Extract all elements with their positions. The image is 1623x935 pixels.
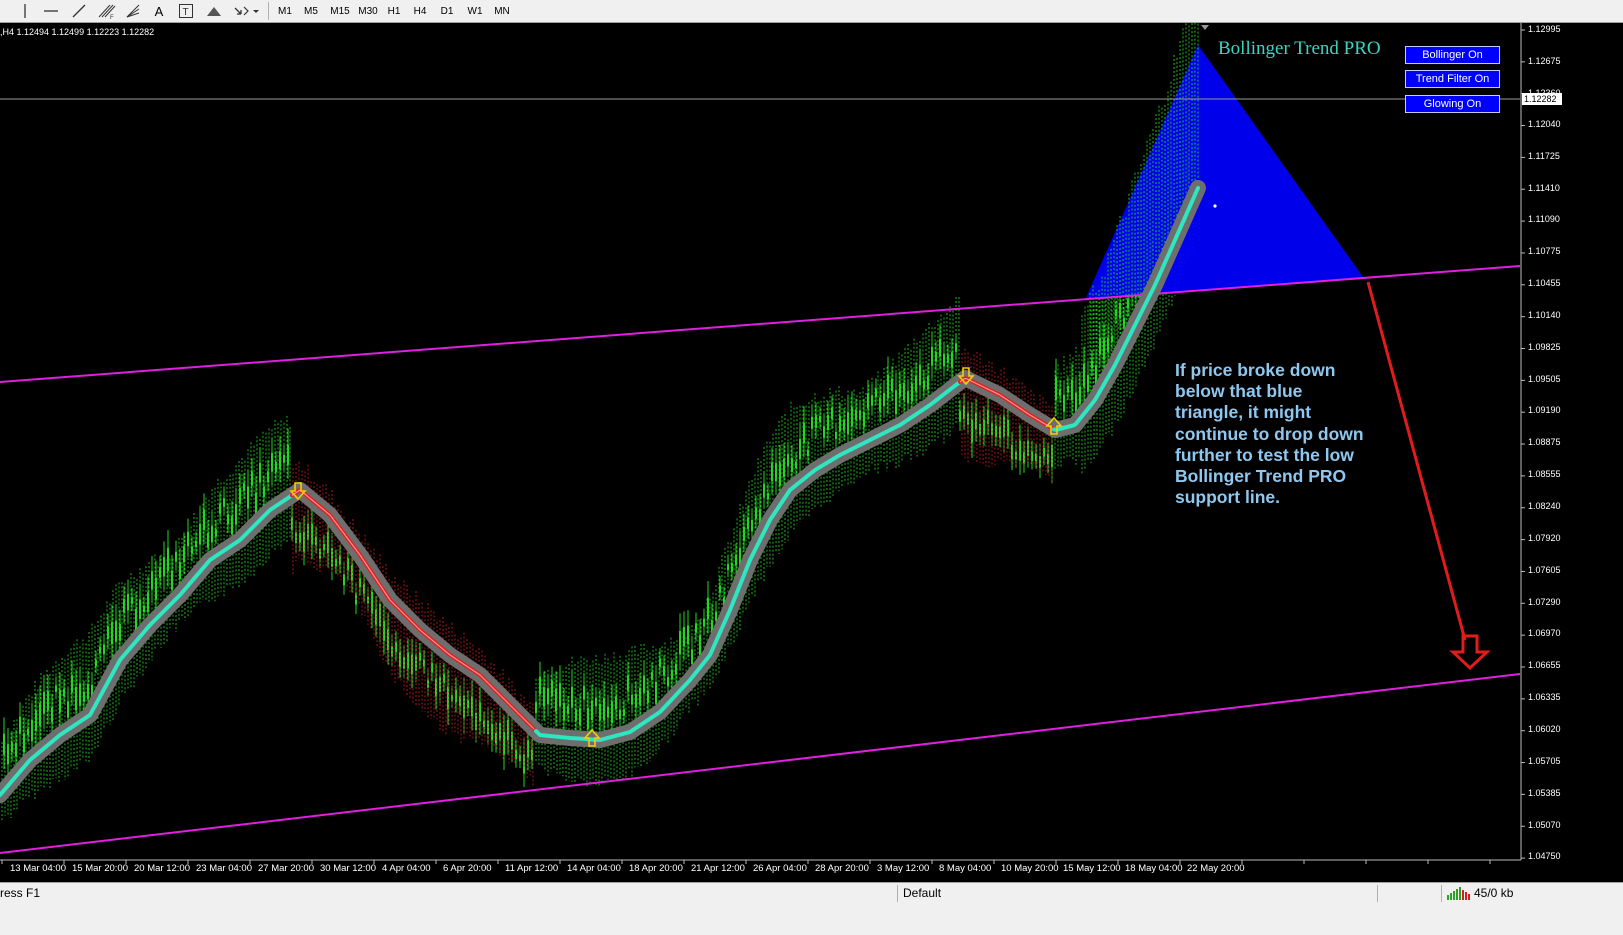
annotation-text: If price broke down below that blue tria… [1175,360,1364,508]
timeframe-m15[interactable]: M15 [326,2,354,20]
window-bottom-area [0,905,1623,935]
price-dot [1213,204,1217,208]
time-tick: 30 Mar 12:00 [320,863,376,874]
time-tick: 28 Apr 20:00 [815,863,869,874]
indicator-title: Bollinger Trend PRO [1218,38,1381,59]
price-tick: 1.12995 [1528,24,1561,34]
text-label-tool-icon[interactable]: T [177,1,195,21]
shapes-tool-icon[interactable] [204,1,224,21]
status-divider [1377,885,1378,902]
help-hint: ress F1 [0,886,41,900]
price-tick: 1.05705 [1528,756,1561,766]
arrows-tool-icon[interactable] [232,1,260,21]
current-price-label: 1.12282 [1522,93,1562,105]
trend-filter-toggle-button[interactable]: Trend Filter On [1405,70,1500,88]
price-tick: 1.06335 [1528,692,1561,702]
timeframe-m30[interactable]: M30 [354,2,382,20]
toolbar-separator [268,2,269,20]
time-tick: 15 Mar 20:00 [72,863,128,874]
time-tick: 26 Apr 04:00 [753,863,807,874]
price-tick: 1.05070 [1528,820,1561,830]
glowing-toggle-button[interactable]: Glowing On [1405,95,1500,113]
gann-tool-icon[interactable] [124,1,142,21]
price-tick: 1.10775 [1528,246,1561,256]
time-tick: 15 May 12:00 [1063,863,1121,874]
trendline-tool-icon[interactable] [70,1,88,21]
time-tick: 4 Apr 04:00 [382,863,431,874]
status-bar: ress F1 Default 45/0 kb [0,882,1623,905]
timeframe-h1[interactable]: H1 [382,2,406,20]
fibonacci-tool-icon[interactable]: F [96,1,116,21]
price-tick: 1.09825 [1528,342,1561,352]
vertical-line-tool-icon[interactable] [18,1,32,21]
price-chart[interactable] [0,23,1623,881]
timeframe-d1[interactable]: D1 [435,2,459,20]
price-tick: 1.12040 [1528,119,1561,129]
horizontal-line-tool-icon[interactable] [42,1,60,21]
price-tick: 1.11090 [1528,214,1560,224]
ohlc-info: ,H4 1.12494 1.12499 1.12223 1.12282 [0,27,155,37]
timeframe-m1[interactable]: M1 [274,2,296,20]
svg-text:T: T [183,7,189,18]
timeframe-h4[interactable]: H4 [408,2,432,20]
price-tick: 1.07920 [1528,533,1561,543]
price-tick: 1.08875 [1528,437,1561,447]
status-divider [897,885,898,902]
svg-text:F: F [110,15,114,19]
time-tick: 13 Mar 04:00 [10,863,66,874]
bollinger-toggle-button[interactable]: Bollinger On [1405,46,1500,64]
connection-icon [1447,887,1471,903]
status-divider [1441,885,1442,902]
time-tick: 6 Apr 20:00 [443,863,492,874]
price-tick: 1.08555 [1528,469,1561,479]
price-tick: 1.07605 [1528,565,1561,575]
time-tick: 20 Mar 12:00 [134,863,190,874]
price-tick: 1.05385 [1528,788,1561,798]
price-tick: 1.09505 [1528,374,1561,384]
price-tick: 1.10455 [1528,278,1561,288]
price-tick: 1.10140 [1528,310,1561,320]
price-tick: 1.08240 [1528,501,1561,511]
time-tick: 23 Mar 04:00 [196,863,252,874]
price-tick: 1.04750 [1528,851,1561,861]
price-tick: 1.07290 [1528,597,1561,607]
text-tool-icon[interactable]: A [150,1,168,21]
time-tick: 10 May 20:00 [1001,863,1059,874]
time-tick: 11 Apr 12:00 [505,863,559,874]
traffic-indicator: 45/0 kb [1474,886,1514,900]
price-tick: 1.06655 [1528,660,1561,670]
price-tick: 1.11725 [1528,151,1560,161]
time-tick: 3 May 12:00 [877,863,930,874]
price-tick: 1.12675 [1528,56,1561,66]
time-tick: 18 May 04:00 [1125,863,1183,874]
profile-name[interactable]: Default [903,886,941,900]
time-tick: 8 May 04:00 [939,863,992,874]
price-tick: 1.11410 [1528,183,1560,193]
price-tick: 1.06020 [1528,724,1561,734]
price-tick: 1.06970 [1528,628,1561,638]
price-tick: 1.09190 [1528,405,1561,415]
timeframe-m5[interactable]: M5 [300,2,322,20]
timeframe-w1[interactable]: W1 [463,2,487,20]
time-tick: 21 Apr 12:00 [691,863,745,874]
time-tick: 18 Apr 20:00 [629,863,683,874]
toolbar: F A T M1 M5 M15 M30 H1 H4 D1 W1 MN [0,0,1623,23]
timeframe-mn[interactable]: MN [489,2,515,20]
time-tick: 14 Apr 04:00 [567,863,621,874]
time-tick: 27 Mar 20:00 [258,863,314,874]
time-tick: 22 May 20:00 [1187,863,1245,874]
